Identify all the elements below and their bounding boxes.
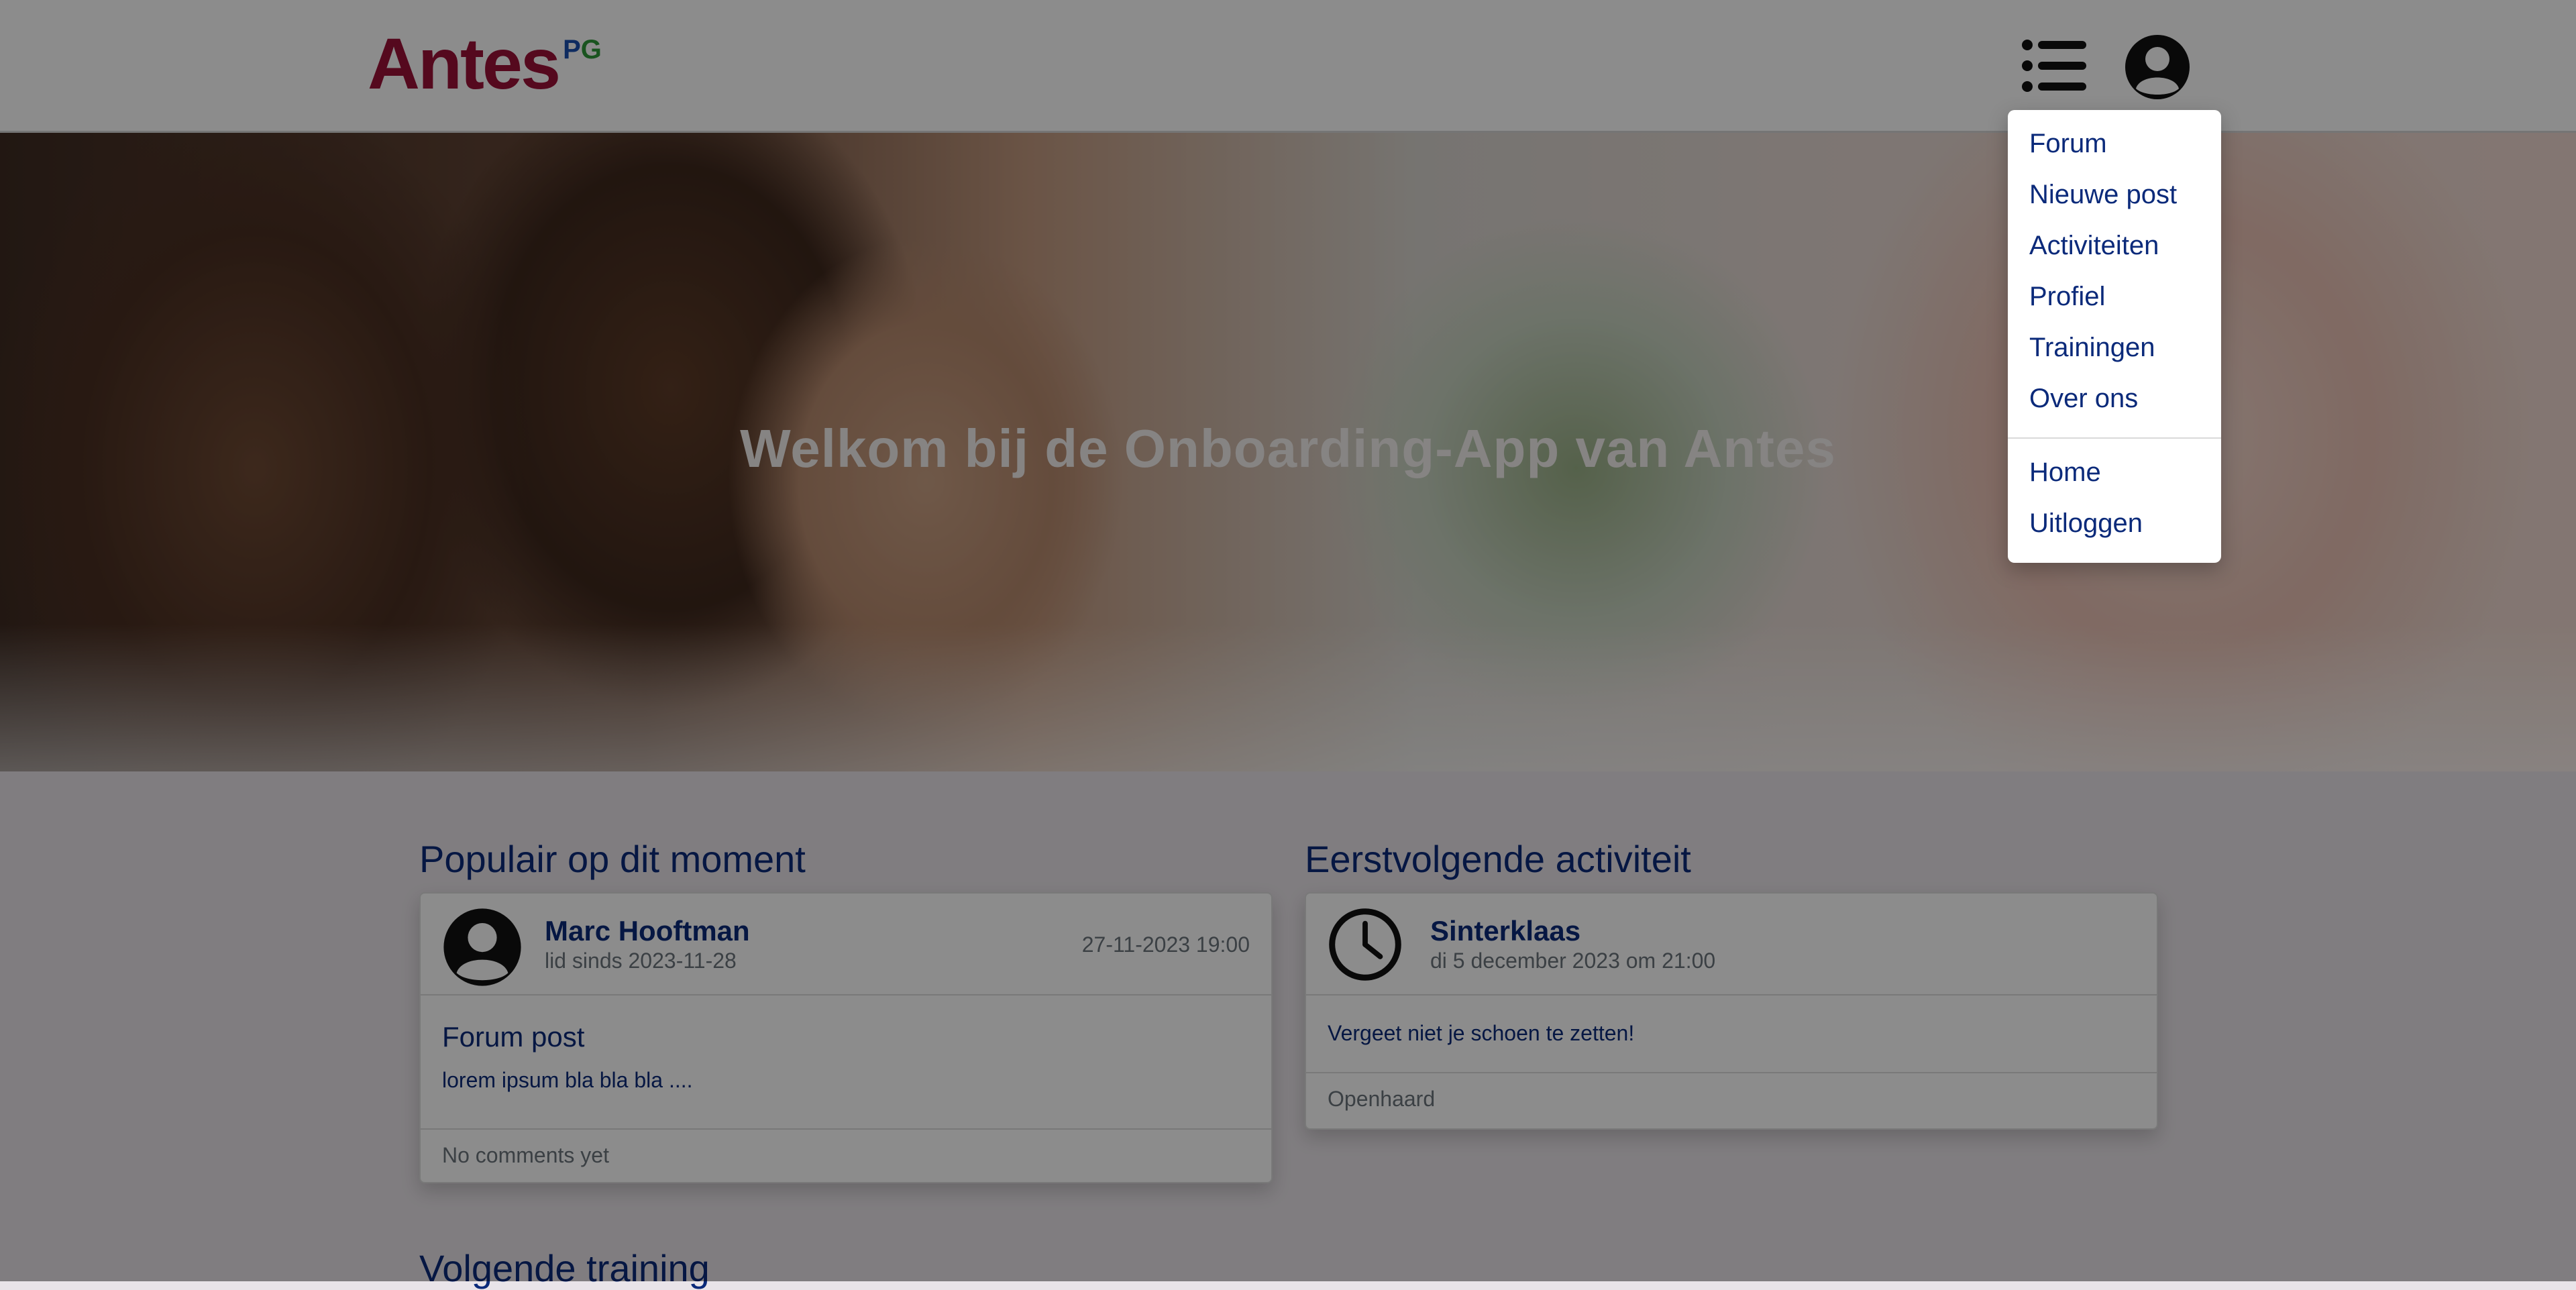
menu-item-uitloggen[interactable]: Uitloggen	[2029, 508, 2143, 539]
nav-dropdown-menu: Forum Nieuwe post Activiteiten Profiel T…	[2008, 110, 2221, 563]
menu-item-activiteiten[interactable]: Activiteiten	[2029, 231, 2159, 261]
menu-item-profiel[interactable]: Profiel	[2029, 282, 2105, 312]
menu-divider	[2008, 437, 2221, 439]
menu-item-over-ons[interactable]: Over ons	[2029, 384, 2138, 414]
menu-item-trainingen[interactable]: Trainingen	[2029, 333, 2155, 363]
menu-item-home[interactable]: Home	[2029, 458, 2101, 488]
menu-item-forum[interactable]: Forum	[2029, 129, 2107, 159]
menu-item-nieuwe-post[interactable]: Nieuwe post	[2029, 180, 2177, 210]
